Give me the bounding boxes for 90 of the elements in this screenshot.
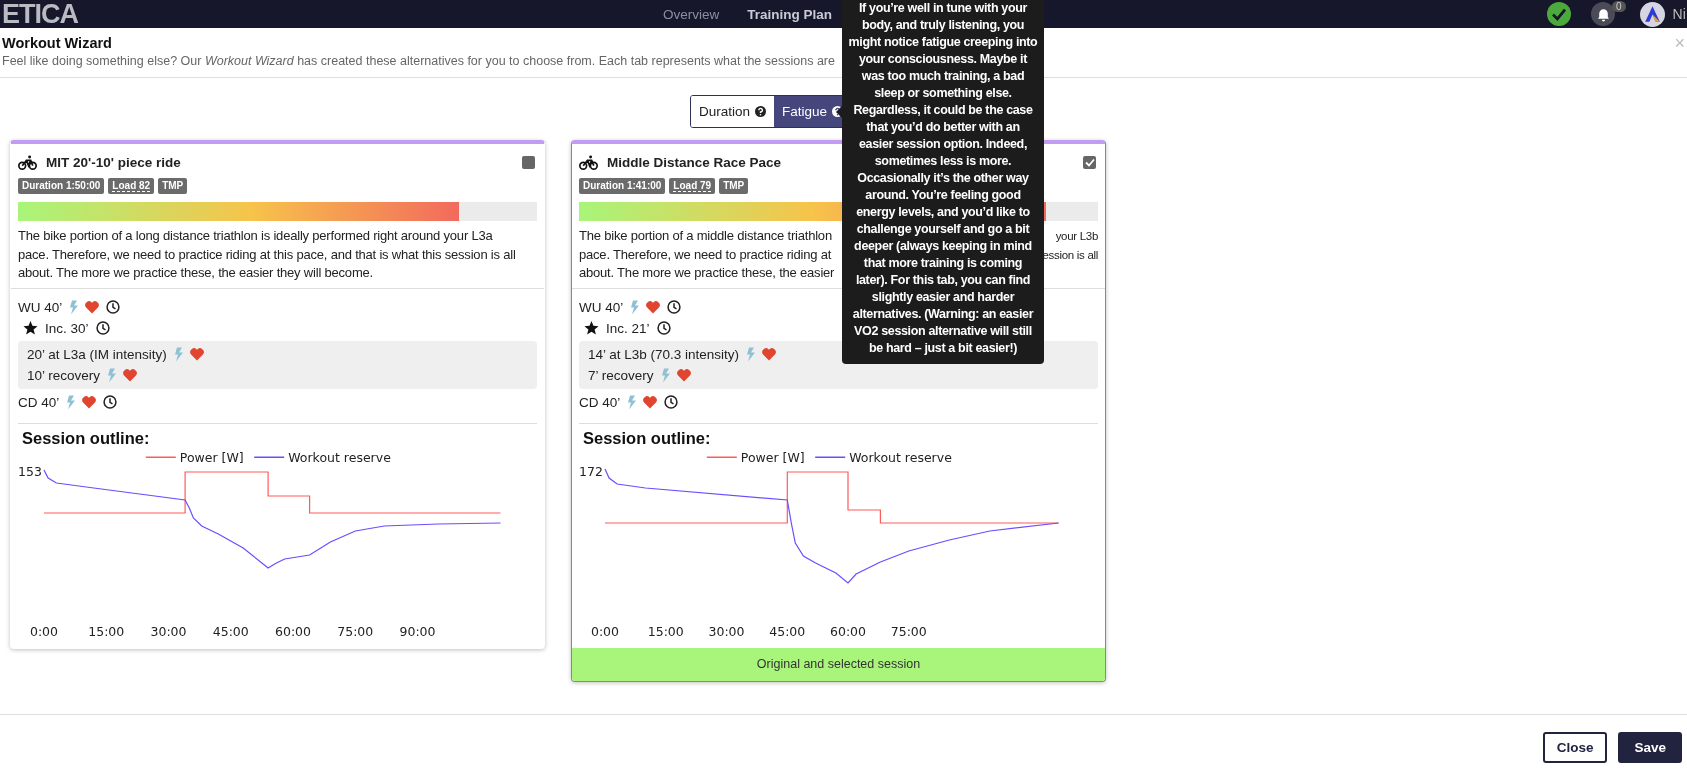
checkbox[interactable]: [1083, 155, 1096, 169]
step-label: 7’ recovery: [588, 367, 654, 383]
heart-icon: [82, 395, 97, 409]
step-label: Inc. 30’: [45, 320, 89, 336]
axis-label: 45:00: [212, 623, 249, 639]
notification-button[interactable]: [1591, 2, 1615, 26]
notification-count: 0: [1612, 1, 1626, 12]
clock-icon: [95, 321, 110, 335]
info-tag: TMP: [719, 178, 749, 194]
axis-label: 0:00: [590, 623, 620, 639]
status-banner: Original and selected session: [572, 647, 1105, 681]
bolt-icon: [660, 367, 670, 383]
axis-label: 90:00: [399, 623, 436, 639]
bolt-icon: [173, 346, 183, 362]
info-tag: Load 79: [669, 178, 716, 194]
heart-icon: [762, 347, 777, 361]
bell-icon: [1595, 6, 1611, 22]
tooltip: If you’re well in tune with your body, and truly listening, you might notice fatigue creeping into your consciousness. Maybe it was too much training, a bad sleep or something else. Regardless, it could be the case that you’d do better with an easier session option. Indeed, sometimes less is more. Occasionally it’s the other way around. You’re feeling good energy levels, and you’d like to challenge yourself and go a bit deeper (always keeping in mind that more training is coming later). For this tab, you can find slightly easier and harder alternatives. (Warning: an easier VO2 session alternative will still be hard – just a bit easier!): [842, 0, 1044, 364]
step-label: CD 40’: [18, 394, 60, 410]
step-label: 14’ at L3b (70.3 intensity): [588, 346, 740, 362]
bolt-icon: [630, 299, 640, 315]
legend-label: Power [W]: [179, 449, 244, 465]
description-text: your L3b: [1055, 229, 1098, 244]
step-label: Inc. 21’: [606, 320, 650, 336]
bike-icon: [18, 154, 37, 170]
axis-label: 30:00: [150, 623, 187, 639]
workout-title: MIT 20'-10' piece ride: [46, 154, 181, 170]
check-icon[interactable]: [1547, 2, 1571, 26]
legend-label: Workout reserve: [288, 449, 391, 465]
description-text: about. The more we practice these, the easier: [579, 264, 835, 282]
axis-label: 45:00: [769, 623, 806, 639]
axis-label: 15:00: [647, 623, 684, 639]
checkbox[interactable]: [522, 155, 535, 169]
heart-icon: [643, 395, 658, 409]
description-text: pace. Therefore, we need to practice riding at this pace, and that is what this session is all: [18, 245, 516, 264]
axis-label: 75:00: [890, 623, 927, 639]
axis-label: 30:00: [708, 623, 745, 639]
description-text: about. The more we practice these, the easier they will become.: [18, 264, 373, 282]
step-label: 10’ recovery: [27, 367, 101, 383]
logo[interactable]: ETICA: [2, 0, 78, 28]
axis-label: 153: [18, 463, 42, 479]
step-label: 20’ at L3a (IM intensity): [27, 346, 167, 362]
bolt-icon: [66, 394, 76, 410]
modal-title: Workout Wizard: [2, 35, 112, 51]
info-tag: TMP: [158, 178, 188, 194]
axis-label: 0:00: [29, 623, 59, 639]
clock-icon: [667, 300, 682, 314]
bolt-icon: [627, 394, 637, 410]
clock-icon: [664, 395, 679, 409]
workout-title: Middle Distance Race Pace: [607, 154, 782, 170]
star-icon: [584, 321, 599, 335]
bike-icon: [579, 154, 598, 170]
heart-icon: [646, 300, 661, 314]
bolt-icon: [746, 346, 756, 362]
heart-icon: [676, 368, 691, 382]
footer-button[interactable]: Save: [1618, 732, 1682, 763]
axis-label: 172: [579, 463, 603, 479]
axis-label: 15:00: [88, 623, 125, 639]
axis-label: 60:00: [830, 623, 866, 639]
avatar-icon[interactable]: [1639, 1, 1665, 27]
info-tag: Load 82: [108, 178, 155, 194]
description-text: pace. Therefore, we need to practice riding at: [579, 245, 832, 264]
modal-subtitle: Feel like doing something else? Our Workout Wizard has created these alternatives for you to choose from. Each tab represents what the sessions are: [2, 54, 835, 68]
heart-icon: [85, 300, 100, 314]
star-icon: [23, 321, 38, 335]
bolt-icon: [107, 367, 117, 383]
info-tag: Duration 1:50:00: [18, 178, 105, 194]
help-icon: [755, 106, 767, 117]
axis-label: 75:00: [337, 623, 374, 639]
legend-label: Workout reserve: [849, 449, 952, 465]
clock-icon: [103, 395, 118, 409]
chart-title: Session outline:: [583, 427, 712, 448]
clock-icon: [656, 321, 671, 335]
step-label: CD 40’: [579, 394, 621, 410]
chart-title: Session outline:: [22, 427, 151, 448]
axis-label: 60:00: [275, 623, 311, 639]
heart-icon: [189, 347, 204, 361]
legend-label: Power [W]: [740, 449, 805, 465]
nav-link[interactable]: Training Plan: [747, 6, 833, 22]
footer-button[interactable]: Close: [1542, 732, 1608, 763]
info-tag: Duration 1:41:00: [579, 178, 666, 194]
bolt-icon: [69, 299, 79, 315]
user-name[interactable]: Ni: [1672, 6, 1686, 22]
step-label: WU 40’: [18, 299, 63, 315]
heart-icon: [123, 368, 138, 382]
nav-link[interactable]: Overview: [663, 6, 720, 22]
step-label: WU 40’: [579, 299, 624, 315]
clock-icon: [106, 300, 121, 314]
description-text: The bike portion of a long distance triathlon is ideally performed right around your L3a: [18, 227, 493, 245]
description-text: The bike portion of a middle distance triathlon: [579, 227, 832, 245]
